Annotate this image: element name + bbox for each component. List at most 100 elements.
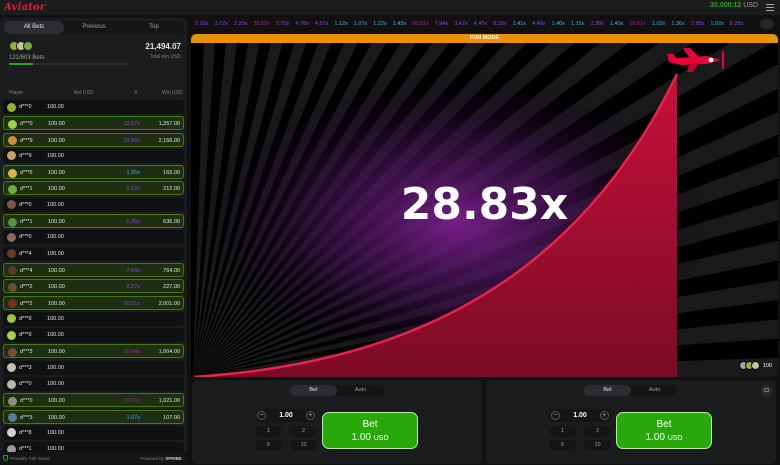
tab-previous[interactable]: Previous bbox=[64, 21, 124, 34]
quick-amount-button[interactable]: 5 bbox=[549, 440, 576, 451]
history-multiplier[interactable]: 4.46x bbox=[532, 21, 545, 27]
increase-button[interactable]: + bbox=[306, 411, 315, 420]
quick-amount-button[interactable]: 2 bbox=[290, 426, 317, 437]
column-player: Player bbox=[9, 90, 24, 96]
bet-row: d***3 100.00 1.07x 107.00 bbox=[3, 409, 184, 424]
history-multiplier[interactable]: 8.28x bbox=[730, 21, 743, 27]
history-multiplier[interactable]: 2.20x bbox=[195, 21, 208, 27]
bets-progress-bar bbox=[9, 63, 129, 65]
bet-amount-stepper: − 1.00 + bbox=[255, 409, 317, 422]
player-avatar bbox=[7, 379, 16, 389]
history-multiplier[interactable]: 3.72x bbox=[214, 21, 227, 27]
bet-row: d***0 100.00 bbox=[3, 197, 184, 212]
win-amount: 1,021.00 bbox=[158, 398, 180, 405]
spribe-logo[interactable]: SPRIBE bbox=[165, 456, 182, 461]
tab-top[interactable]: Top bbox=[124, 21, 184, 34]
menu-icon[interactable] bbox=[766, 3, 774, 11]
player-name: d***3 bbox=[19, 364, 32, 371]
bet-amount: 100.00 bbox=[47, 429, 64, 436]
history-multiplier[interactable]: 7.94x bbox=[435, 21, 448, 27]
cashout-multiplier: 6.36x bbox=[126, 219, 140, 226]
player-name: d***3 bbox=[20, 349, 33, 356]
history-multiplier[interactable]: 2.70x bbox=[276, 21, 289, 27]
tab-bet[interactable]: Bet bbox=[584, 385, 631, 396]
quick-amount-button[interactable]: 2 bbox=[584, 426, 611, 437]
history-multiplier[interactable]: 1.02x bbox=[652, 21, 665, 27]
history-multiplier[interactable]: 1.40x bbox=[610, 21, 623, 27]
history-multiplier[interactable]: 1.40x bbox=[552, 21, 565, 27]
bet-amount-stepper: − 1.00 + bbox=[549, 409, 611, 422]
history-multiplier[interactable]: 1.07x bbox=[354, 21, 367, 27]
win-amount: 1,004.00 bbox=[158, 349, 180, 356]
bet-amount: 100.00 bbox=[47, 152, 64, 159]
cashout-multiplier: 21.56x bbox=[123, 137, 140, 144]
quick-amount-button[interactable]: 1 bbox=[549, 426, 576, 437]
bet-amount: 100.00 bbox=[48, 121, 65, 128]
bet-amount: 100.00 bbox=[48, 219, 65, 226]
history-multiplier[interactable]: 1.02x bbox=[710, 21, 723, 27]
tab-all-bets[interactable]: All Bets bbox=[4, 21, 64, 34]
win-amount: 212.00 bbox=[163, 186, 180, 193]
history-multiplier[interactable]: 4.47x bbox=[474, 21, 487, 27]
history-multiplier[interactable]: 1.36x bbox=[671, 21, 684, 27]
bet-amount: 100.00 bbox=[48, 398, 65, 405]
provably-fair-link[interactable]: Provably Fair Game bbox=[10, 456, 50, 461]
tab-bet[interactable]: Bet bbox=[290, 385, 337, 396]
bet-amount: 100.00 bbox=[47, 332, 64, 339]
history-multiplier[interactable]: 1.41x bbox=[513, 21, 526, 27]
balance: 30,000.12 USD bbox=[710, 2, 758, 9]
quick-amount-button[interactable]: 10 bbox=[584, 440, 611, 451]
top-bar: Aviator 30,000.12 USD bbox=[0, 0, 780, 15]
player-avatar bbox=[7, 330, 16, 340]
player-avatar bbox=[7, 249, 16, 259]
quick-amount-button[interactable]: 5 bbox=[255, 440, 282, 451]
bet-row: d***4 100.00 7.64x 764.00 bbox=[3, 262, 184, 277]
history-multiplier[interactable]: 2.29x bbox=[234, 21, 247, 27]
bet-amount: 100.00 bbox=[47, 104, 64, 110]
player-avatar bbox=[8, 282, 17, 292]
history-multiplier[interactable]: 2.38x bbox=[590, 21, 603, 27]
bet-panel-2: Bet Auto − 1.00 + 1 2 5 10 Bet 1.00 USD bbox=[486, 380, 776, 464]
history-multiplier[interactable]: 1.22x bbox=[373, 21, 386, 27]
history-multiplier[interactable]: 1.12x bbox=[334, 21, 347, 27]
cashout-multiplier: 12.57x bbox=[123, 121, 140, 128]
bet-amount: 100.00 bbox=[48, 300, 65, 307]
history-multiplier[interactable]: 16.61x bbox=[629, 21, 646, 27]
increase-button[interactable]: + bbox=[600, 411, 609, 420]
win-amount: 636.00 bbox=[163, 219, 180, 226]
history-dropdown-button[interactable] bbox=[760, 19, 774, 29]
player-name: d***4 bbox=[19, 250, 32, 257]
quick-amount-button[interactable]: 10 bbox=[290, 440, 317, 451]
player-name: d***3 bbox=[20, 414, 33, 421]
history-multiplier[interactable]: 56.81x bbox=[412, 21, 429, 27]
powered-by: Powered by SPRIBE bbox=[140, 456, 182, 461]
history-multiplier[interactable]: 1.43x bbox=[393, 21, 406, 27]
quick-amount-button[interactable]: 1 bbox=[255, 426, 282, 437]
current-multiplier: 28.83x bbox=[400, 179, 569, 230]
bet-button-currency: USD bbox=[373, 435, 389, 442]
player-avatar bbox=[7, 363, 16, 373]
remove-panel-icon[interactable] bbox=[761, 385, 772, 396]
column-x: X bbox=[134, 90, 138, 96]
player-name: d***0 bbox=[20, 121, 33, 128]
history-multiplier[interactable]: 8.33x bbox=[493, 21, 506, 27]
tab-auto[interactable]: Auto bbox=[631, 385, 678, 396]
bets-tabs: All Bets Previous Top bbox=[4, 21, 184, 34]
history-multiplier[interactable]: 3.42x bbox=[454, 21, 467, 27]
history-multiplier[interactable]: 3.95x bbox=[691, 21, 704, 27]
tab-auto[interactable]: Auto bbox=[337, 385, 384, 396]
history-multiplier[interactable]: 30.62x bbox=[253, 21, 270, 27]
bet-row: d***1 100.00 6.36x 636.00 bbox=[3, 214, 184, 229]
player-name: d***2 bbox=[20, 284, 33, 291]
bet-row: d***9 100.00 bbox=[3, 311, 184, 326]
history-multiplier[interactable]: 4.57x bbox=[315, 21, 328, 27]
history-multiplier[interactable]: 4.78x bbox=[295, 21, 308, 27]
aviator-logo[interactable]: Aviator bbox=[4, 2, 45, 13]
player-avatar bbox=[8, 347, 17, 357]
bet-button[interactable]: Bet 1.00 USD bbox=[616, 412, 712, 449]
history-multiplier[interactable]: 1.15x bbox=[571, 21, 584, 27]
bet-mode-tabs: Bet Auto bbox=[290, 385, 384, 396]
bet-row: d***3 100.00 10.04x 1,004.00 bbox=[3, 344, 184, 359]
bet-button[interactable]: Bet 1.00 USD bbox=[322, 412, 418, 449]
player-avatar bbox=[7, 102, 16, 112]
